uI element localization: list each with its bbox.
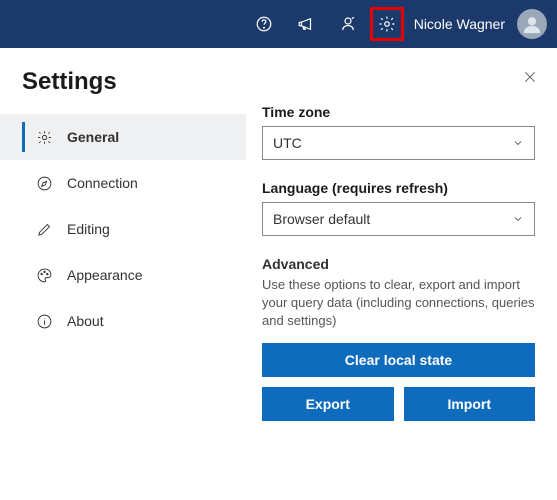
nav-label: Appearance: [67, 267, 143, 283]
sidebar: Settings General Connection Editing Appe…: [0, 48, 246, 500]
timezone-label: Time zone: [262, 104, 535, 120]
gear-icon: [36, 129, 53, 146]
feedback-icon[interactable]: [328, 4, 368, 44]
nav-label: Editing: [67, 221, 110, 237]
language-select[interactable]: Browser default: [262, 202, 535, 236]
settings-panel: Settings General Connection Editing Appe…: [0, 48, 557, 500]
nav-label: Connection: [67, 175, 138, 191]
export-import-row: Export Import: [262, 387, 535, 421]
pencil-icon: [36, 221, 53, 238]
close-icon[interactable]: [523, 70, 537, 87]
help-icon[interactable]: [244, 4, 284, 44]
nav-item-editing[interactable]: Editing: [0, 206, 246, 252]
compass-icon: [36, 175, 53, 192]
info-icon: [36, 313, 53, 330]
chevron-down-icon: [512, 137, 524, 149]
timezone-select[interactable]: UTC: [262, 126, 535, 160]
import-button[interactable]: Import: [404, 387, 536, 421]
nav-label: General: [67, 129, 119, 145]
advanced-description: Use these options to clear, export and i…: [262, 276, 535, 331]
language-value: Browser default: [273, 211, 370, 227]
settings-gear-icon[interactable]: [370, 7, 404, 41]
palette-icon: [36, 267, 53, 284]
clear-local-state-button[interactable]: Clear local state: [262, 343, 535, 377]
top-bar: Nicole Wagner: [0, 0, 557, 48]
nav-item-about[interactable]: About: [0, 298, 246, 344]
megaphone-icon[interactable]: [286, 4, 326, 44]
nav-label: About: [67, 313, 104, 329]
nav-item-connection[interactable]: Connection: [0, 160, 246, 206]
language-label: Language (requires refresh): [262, 180, 535, 196]
user-name[interactable]: Nicole Wagner: [414, 16, 505, 32]
chevron-down-icon: [512, 213, 524, 225]
settings-nav: General Connection Editing Appearance Ab…: [0, 114, 246, 344]
timezone-value: UTC: [273, 135, 302, 151]
nav-item-appearance[interactable]: Appearance: [0, 252, 246, 298]
settings-main: Time zone UTC Language (requires refresh…: [246, 48, 557, 500]
advanced-title: Advanced: [262, 256, 535, 272]
avatar[interactable]: [517, 9, 547, 39]
settings-title: Settings: [22, 68, 117, 96]
export-button[interactable]: Export: [262, 387, 394, 421]
nav-item-general[interactable]: General: [0, 114, 246, 160]
